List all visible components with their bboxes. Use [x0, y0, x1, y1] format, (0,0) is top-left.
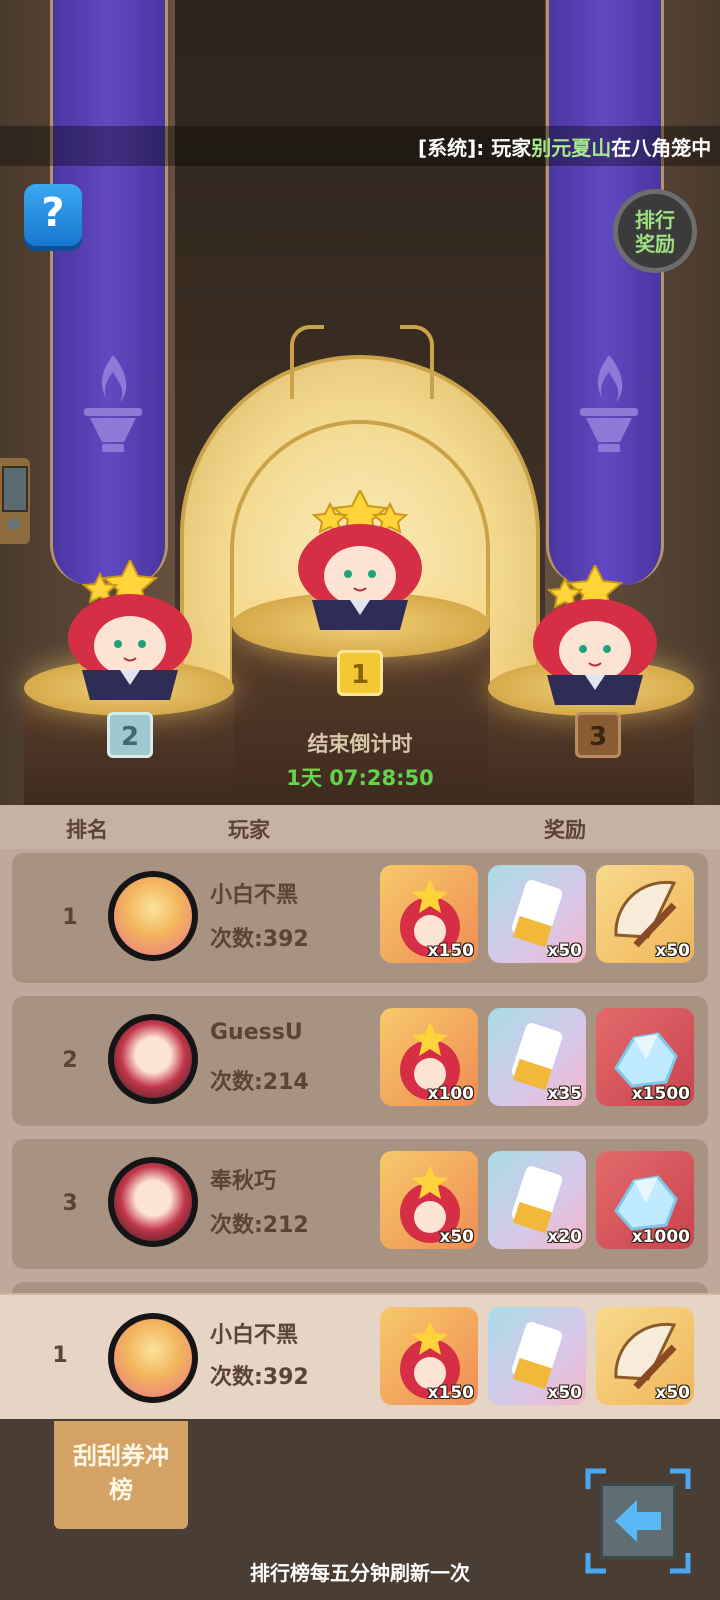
footer: 刮刮券冲 榜 排行榜每五分钟刷新一次 — [0, 1419, 720, 1600]
avatar-image — [114, 1163, 192, 1241]
system-ticker: [系统]: 玩家别元夏山在八角笼中 — [0, 126, 720, 166]
reward-quantity: x150 — [427, 941, 474, 961]
ticker-prefix: [系统]: 玩家 — [418, 136, 532, 160]
leaderboard-row[interactable]: 3 奉秋巧 次数:212 x50 x20 x1000 — [12, 1139, 708, 1269]
player-name: 奉秋巧 — [210, 1169, 277, 1194]
my-rank-row[interactable]: 1 小白不黑 次数:392 x150 x50 x50 — [0, 1293, 720, 1421]
ticker-suffix: 在八角笼中 — [611, 136, 712, 160]
question-icon: ? — [41, 190, 65, 236]
player-count: 次数:212 — [210, 1213, 309, 1238]
dome-horn-right — [400, 325, 434, 399]
scratch-ranking-tab[interactable]: 刮刮券冲 榜 — [54, 1421, 188, 1529]
reward-fan-item[interactable]: x50 — [596, 1307, 694, 1405]
countdown-label: 结束倒计时 — [307, 732, 413, 756]
reward-card-item[interactable]: x100 — [380, 1008, 478, 1106]
reward-quantity: x1500 — [631, 1084, 690, 1104]
avatar[interactable] — [108, 1157, 198, 1247]
rank-reward-line2: 奖励 — [635, 232, 675, 256]
back-box — [600, 1483, 676, 1559]
player-name: GuessU — [210, 1020, 303, 1045]
rank-reward-button[interactable]: 排行 奖励 — [613, 189, 697, 273]
banner-left — [50, 0, 168, 585]
player-name: 小白不黑 — [210, 883, 299, 908]
header-player: 玩家 — [228, 818, 270, 842]
help-button[interactable]: ? — [24, 184, 82, 246]
leaderboard-row[interactable]: 1 小白不黑 次数:392 x150 x50 x50 — [12, 853, 708, 983]
arrow-left-icon — [615, 1500, 661, 1542]
row-rank: 2 — [62, 1048, 78, 1073]
leaderboard-row[interactable]: 2 GuessU 次数:214 x100 x35 x1500 — [12, 996, 708, 1126]
banner-right — [546, 0, 664, 585]
row-rank: 1 — [52, 1343, 68, 1368]
reward-quantity: x50 — [439, 1227, 474, 1247]
reward-quantity: x35 — [547, 1084, 582, 1104]
header-reward: 奖励 — [544, 818, 586, 842]
ticker-player-name: 别元夏山 — [531, 136, 612, 160]
reward-quantity: x50 — [655, 1383, 690, 1403]
sign-dot — [8, 518, 20, 530]
reward-quantity: x1000 — [631, 1227, 690, 1247]
avatar[interactable] — [108, 871, 198, 961]
reward-quantity: x20 — [547, 1227, 582, 1247]
reward-quantity: x100 — [427, 1084, 474, 1104]
podium-character-2[interactable] — [60, 560, 200, 710]
leaderboard[interactable]: 排名 玩家 奖励 1 小白不黑 次数:392 x150 x50 x50 2 Gu… — [0, 805, 720, 1315]
header-rank: 排名 — [66, 818, 108, 842]
reward-quantity: x50 — [547, 941, 582, 961]
side-sign[interactable] — [0, 458, 30, 544]
sign-screen — [2, 466, 28, 512]
reward-ticket-item[interactable]: x35 — [488, 1008, 586, 1106]
reward-quantity: x50 — [547, 1383, 582, 1403]
avatar-image — [114, 1319, 192, 1397]
countdown-value: 1天 07:28:50 — [286, 766, 434, 790]
avatar[interactable] — [108, 1313, 198, 1403]
scratch-tab-line2: 榜 — [109, 1476, 133, 1504]
avatar-image — [114, 1020, 192, 1098]
dome-horn-left — [290, 325, 324, 399]
player-count: 次数:392 — [210, 927, 309, 952]
avatar[interactable] — [108, 1014, 198, 1104]
podium-character-1[interactable] — [290, 490, 430, 640]
reward-gem-item[interactable]: x1000 — [596, 1151, 694, 1249]
player-count: 次数:392 — [210, 1365, 309, 1390]
reward-card-item[interactable]: x150 — [380, 865, 478, 963]
row-rank: 3 — [62, 1191, 78, 1216]
reward-card-item[interactable]: x150 — [380, 1307, 478, 1405]
player-count: 次数:214 — [210, 1070, 309, 1095]
scratch-tab-line1: 刮刮券冲 — [73, 1442, 169, 1470]
back-button[interactable] — [584, 1467, 692, 1575]
avatar-image — [114, 877, 192, 955]
podium-rank-3-badge: 3 — [575, 712, 621, 758]
torch-icon — [580, 355, 638, 452]
reward-gem-item[interactable]: x1500 — [596, 1008, 694, 1106]
podium-character-3[interactable] — [525, 565, 665, 715]
row-rank: 1 — [62, 905, 78, 930]
podium-rank-1-badge: 1 — [337, 650, 383, 696]
reward-ticket-item[interactable]: x50 — [488, 1307, 586, 1405]
player-name: 小白不黑 — [210, 1323, 299, 1348]
podium-stage: 1 2 3 结束倒计时 1天 07:28:50 [系统]: 玩家别元夏山在八角笼… — [0, 0, 720, 805]
leaderboard-rows: 1 小白不黑 次数:392 x150 x50 x50 2 GuessU 次数:2… — [12, 853, 708, 1315]
reward-quantity: x50 — [655, 941, 690, 961]
ticker-text: [系统]: 玩家别元夏山在八角笼中 — [418, 132, 711, 161]
reward-fan-item[interactable]: x50 — [596, 865, 694, 963]
reward-ticket-item[interactable]: x20 — [488, 1151, 586, 1249]
reward-ticket-item[interactable]: x50 — [488, 865, 586, 963]
reward-quantity: x150 — [427, 1383, 474, 1403]
podium-rank-2-badge: 2 — [107, 712, 153, 758]
leaderboard-header: 排名 玩家 奖励 — [0, 805, 720, 849]
torch-icon — [84, 355, 142, 452]
reward-card-item[interactable]: x50 — [380, 1151, 478, 1249]
rank-reward-line1: 排行 — [635, 208, 675, 232]
